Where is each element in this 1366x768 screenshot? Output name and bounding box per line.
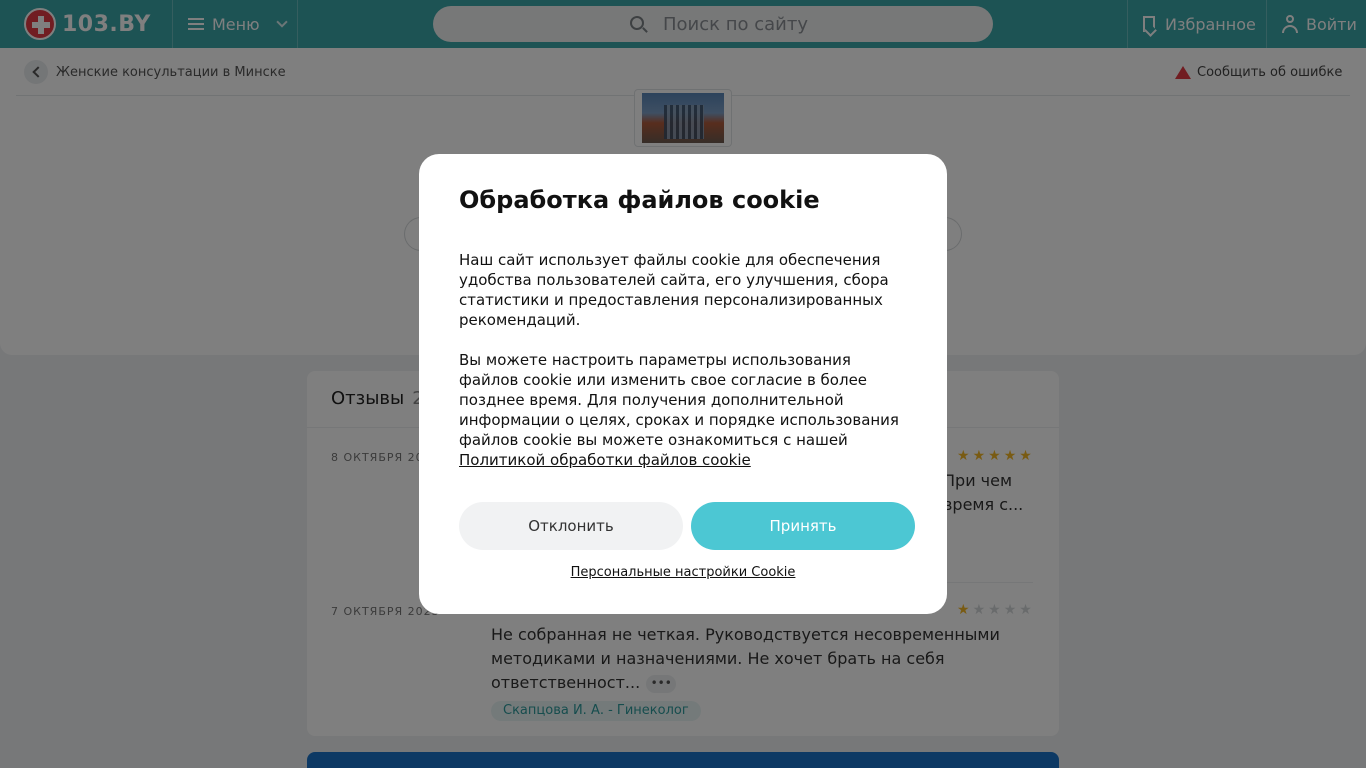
cookie-paragraph-text: Вы можете настроить параметры использова… bbox=[459, 351, 899, 449]
cookie-paragraph: Вы можете настроить параметры использова… bbox=[459, 350, 909, 470]
decline-button[interactable]: Отклонить bbox=[459, 502, 683, 550]
cookie-policy-link[interactable]: Политикой обработки файлов cookie bbox=[459, 451, 751, 469]
cookie-paragraph: Наш сайт использует файлы cookie для обе… bbox=[459, 251, 889, 329]
cookie-dialog-title: Обработка файлов cookie bbox=[459, 186, 820, 214]
cookie-dialog: Обработка файлов cookie Наш сайт использ… bbox=[419, 154, 947, 614]
accept-button[interactable]: Принять bbox=[691, 502, 915, 550]
cookie-settings-link[interactable]: Персональные настройки Cookie bbox=[419, 565, 947, 580]
